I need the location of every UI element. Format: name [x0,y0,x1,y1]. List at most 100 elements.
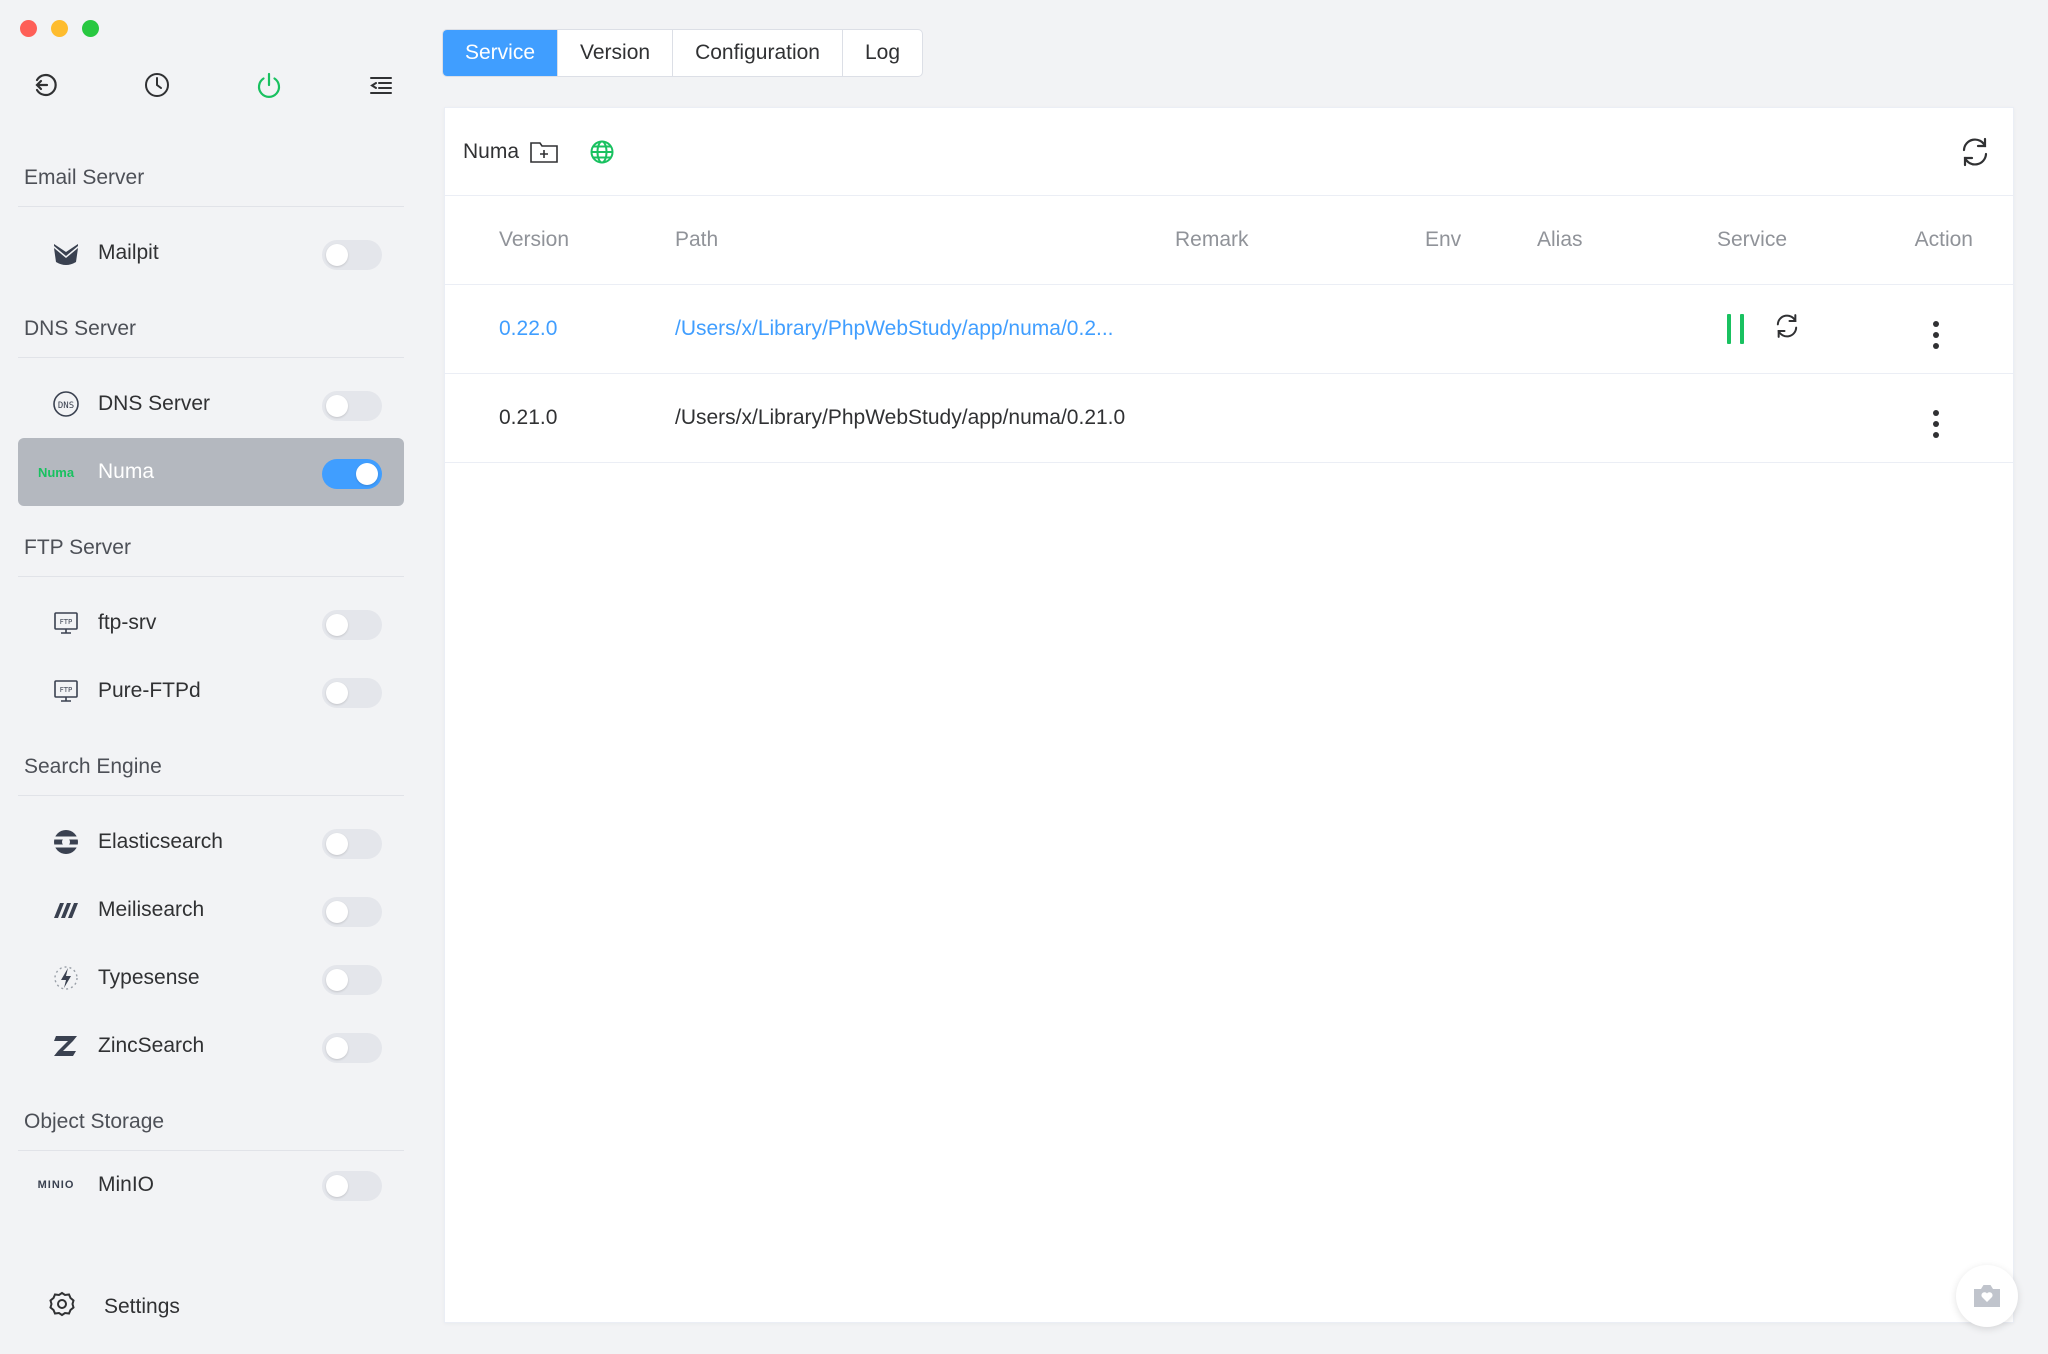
service-cell [1717,284,1907,374]
tab-configuration[interactable]: Configuration [673,30,843,76]
dns-icon: DNS [48,386,84,422]
more-vertical-icon[interactable] [1933,320,1939,349]
panel-title: Numa [463,139,520,163]
column-header-action: Action [1907,196,2013,285]
sidebar-item-dns-server[interactable]: DNS DNS Server [18,370,404,438]
mailpit-toggle[interactable] [322,240,382,270]
numa-logo: Numa [37,464,75,480]
sidebar: Email Server Mailpit DNS Server DNS DNS … [0,0,420,1354]
power-icon[interactable] [252,68,286,102]
path-cell[interactable]: /Users/x/Library/PhpWebStudy/app/numa/0.… [675,284,1175,374]
column-header-alias: Alias [1537,196,1717,285]
zincsearch-toggle[interactable] [322,1033,382,1063]
sidebar-item-pure-ftpd[interactable]: FTP Pure-FTPd [18,657,404,725]
pure-ftpd-toggle[interactable] [322,678,382,708]
group-title-search-engine: Search Engine [24,755,162,778]
sidebar-item-label: ZincSearch [98,1034,205,1057]
table-header-row: Version Path Remark Env Alias Service Ac… [445,196,2013,285]
sidebar-item-meilisearch[interactable]: Meilisearch [18,876,404,944]
menu-icon[interactable] [364,68,398,102]
ftp-srv-toggle[interactable] [322,610,382,640]
group-title-dns-server: DNS Server [24,317,137,340]
add-folder-icon[interactable] [529,139,559,165]
sidebar-toolbar [28,68,398,102]
sidebar-item-elasticsearch[interactable]: Elasticsearch [18,808,404,876]
settings-link[interactable]: Settings [48,1290,180,1323]
column-header-service: Service [1717,196,1907,285]
action-cell [1907,373,2013,463]
zincsearch-icon [48,1028,84,1064]
typesense-icon [48,960,84,996]
sidebar-item-label: Meilisearch [98,898,205,921]
table-row: 0.21.0 /Users/x/Library/PhpWebStudy/app/… [445,373,2013,463]
version-cell: 0.21.0 [445,373,675,463]
version-cell[interactable]: 0.22.0 [445,284,675,374]
remark-cell [1175,284,1425,374]
tab-service[interactable]: Service [443,30,559,76]
elasticsearch-toggle[interactable] [322,829,382,859]
sidebar-item-typesense[interactable]: Typesense [18,944,404,1012]
column-header-path: Path [675,196,1175,285]
sidebar-item-mailpit[interactable]: Mailpit [18,219,404,287]
tab-version[interactable]: Version [558,30,674,76]
sidebar-item-minio[interactable]: MINIO MinIO [18,1163,404,1207]
divider [18,357,404,358]
remark-cell [1175,373,1425,463]
refresh-icon[interactable] [1957,134,1993,175]
back-icon[interactable] [28,68,62,102]
svg-text:DNS: DNS [58,401,74,411]
group-title-email-server: Email Server [24,166,145,189]
numa-toggle[interactable] [322,459,382,489]
restart-icon[interactable] [1772,311,1802,347]
divider [18,1150,404,1151]
sidebar-item-label: ftp-srv [98,611,157,634]
sidebar-item-label: MinIO [98,1173,155,1196]
clock-icon[interactable] [140,68,174,102]
column-header-env: Env [1425,196,1537,285]
minio-logo: MINIO [37,1179,75,1191]
sidebar-item-label: Mailpit [98,241,159,264]
minio-toggle[interactable] [322,1171,382,1201]
svg-text:FTP: FTP [60,618,72,626]
sidebar-item-zincsearch[interactable]: ZincSearch [18,1012,404,1080]
table-row: 0.22.0 /Users/x/Library/PhpWebStudy/app/… [445,284,2013,374]
service-cell [1717,373,1907,463]
sidebar-item-label: Typesense [98,966,200,989]
env-cell [1425,284,1537,374]
group-title-object-storage: Object Storage [24,1110,165,1133]
dns-server-toggle[interactable] [322,391,382,421]
more-vertical-icon[interactable] [1933,409,1939,438]
main-tabs: Service Version Configuration Log [442,29,924,77]
pause-icon[interactable] [1727,313,1744,344]
sidebar-item-label: Pure-FTPd [98,679,201,702]
globe-icon[interactable] [589,139,615,165]
app-window: Email Server Mailpit DNS Server DNS DNS … [0,0,2048,1354]
meilisearch-toggle[interactable] [322,897,382,927]
path-cell: /Users/x/Library/PhpWebStudy/app/numa/0.… [675,373,1175,463]
elasticsearch-icon [48,824,84,860]
sidebar-item-label: DNS Server [98,392,211,415]
alias-cell [1537,373,1717,463]
service-panel: Numa Version Path Remark Env Alias Servi… [444,107,2014,1323]
sidebar-item-label: Elasticsearch [98,830,223,853]
column-header-version: Version [445,196,675,285]
divider [18,576,404,577]
camera-icon[interactable] [1956,1265,2018,1327]
alias-cell [1537,284,1717,374]
sidebar-item-numa[interactable]: Numa Numa [18,438,404,506]
panel-header: Numa [445,108,2013,196]
env-cell [1425,373,1537,463]
group-title-ftp-server: FTP Server [24,536,131,559]
svg-text:FTP: FTP [60,686,72,694]
action-cell [1907,284,2013,374]
column-header-remark: Remark [1175,196,1425,285]
meilisearch-icon [48,892,84,928]
service-nav: Email Server Mailpit DNS Server DNS DNS … [18,150,404,1207]
ftp-icon: FTP [48,605,84,641]
settings-label: Settings [104,1294,180,1318]
versions-table: Version Path Remark Env Alias Service Ac… [445,196,2013,463]
tab-log[interactable]: Log [843,30,922,76]
sidebar-item-ftp-srv[interactable]: FTP ftp-srv [18,589,404,657]
typesense-toggle[interactable] [322,965,382,995]
ftp-icon: FTP [48,673,84,709]
